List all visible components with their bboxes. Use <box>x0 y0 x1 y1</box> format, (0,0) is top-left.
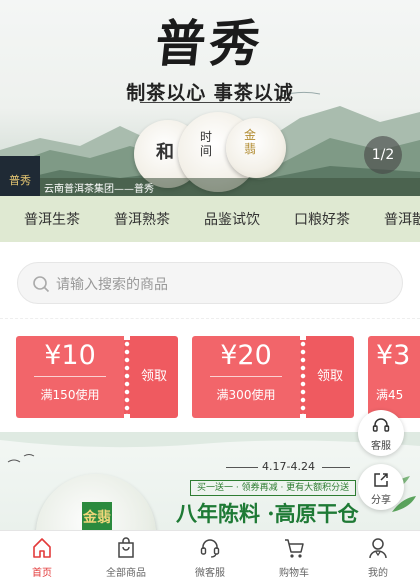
headset-icon <box>200 539 220 558</box>
shopping-bag-icon <box>118 537 134 558</box>
promo-dates: 4.17-4.24 <box>262 460 315 473</box>
search-section: 请输入搜索的商品 <box>0 242 420 318</box>
user-icon <box>369 538 387 559</box>
tab-home[interactable]: 首页 <box>0 531 84 580</box>
divider <box>0 318 420 319</box>
share-label: 分享 <box>371 495 391 506</box>
tab-customer-service[interactable]: 微客服 <box>168 531 252 580</box>
coupon-card[interactable]: ¥3 满45 <box>368 336 420 418</box>
slogan-underline <box>140 102 290 103</box>
group-name: 云南普洱茶集团——普秀 <box>44 184 154 195</box>
tab-label: 我的 <box>368 568 388 579</box>
bottom-tab-bar: 首页 全部商品 微客服 购物车 我的 <box>0 530 420 580</box>
home-icon <box>33 538 51 558</box>
coupon-amount: ¥10 <box>44 340 96 371</box>
tab-label: 首页 <box>32 568 52 579</box>
category-tasting[interactable]: 品鉴试饮 <box>180 209 270 229</box>
cart-icon <box>285 539 304 558</box>
tab-label: 全部商品 <box>106 568 146 579</box>
tea-cake-label-left: 和 <box>156 142 174 163</box>
share-icon <box>374 473 388 487</box>
category-raw-puer[interactable]: 普洱生茶 <box>0 209 90 229</box>
coupon-claim-button[interactable]: 领取 <box>130 336 178 418</box>
banner-pager: 1/2 <box>364 136 402 174</box>
coupon-divider <box>34 376 106 377</box>
brand-logo: 普秀 <box>0 156 40 196</box>
search-icon <box>33 276 50 293</box>
tab-profile[interactable]: 我的 <box>336 531 420 580</box>
share-button[interactable]: 分享 <box>358 464 404 510</box>
promo-subline: 买一送一 · 领券再减 · 更有大额积分送 <box>190 480 357 496</box>
tea-cake-label-center: 时间 <box>200 130 213 158</box>
category-ripe-puer[interactable]: 普洱熟茶 <box>90 209 180 229</box>
customer-service-button[interactable]: 客服 <box>358 410 404 456</box>
promo-headline: 八年陈料 ·高原干仓 <box>176 501 359 526</box>
coupon-list: ¥10 满150使用 领取 ¥20 满300使用 领取 ¥3 满45 <box>0 318 420 432</box>
category-nav: 普洱生茶 普洱熟茶 品鉴试饮 口粮好茶 普洱散茶 <box>0 196 420 242</box>
tea-cake-label-right: 金翡 <box>244 128 257 156</box>
hero-slogan: 制茶以心 事茶以诚 <box>126 82 294 104</box>
headset-icon <box>372 418 390 432</box>
tab-all-products[interactable]: 全部商品 <box>84 531 168 580</box>
brand-calligraphy-title: 普秀 <box>152 14 267 73</box>
coupon-condition: 满150使用 <box>40 388 100 402</box>
search-placeholder: 请输入搜索的商品 <box>56 277 168 293</box>
tab-label: 购物车 <box>279 568 309 579</box>
coupon-amount: ¥3 <box>376 340 411 371</box>
promo-banner[interactable]: 4.17-4.24 金翡 买一送一 · 领券再减 · 更有大额积分送 八年陈料 … <box>0 432 420 530</box>
tab-cart[interactable]: 购物车 <box>252 531 336 580</box>
date-rule-right <box>322 467 350 468</box>
customer-service-label: 客服 <box>371 441 391 452</box>
coupon-condition: 满45 <box>376 388 404 402</box>
coupon-claim-button[interactable]: 领取 <box>306 336 354 418</box>
tab-label: 微客服 <box>195 568 225 579</box>
coupon-divider <box>210 376 282 377</box>
category-daily-tea[interactable]: 口粮好茶 <box>270 209 360 229</box>
promo-cake-label: 金翡 <box>82 502 112 530</box>
date-rule-left <box>226 467 258 468</box>
coupon-amount: ¥20 <box>220 340 272 371</box>
coupon-condition: 满300使用 <box>216 388 276 402</box>
category-loose-puer[interactable]: 普洱散茶 <box>360 209 420 229</box>
search-input[interactable]: 请输入搜索的商品 <box>17 262 403 304</box>
hero-banner[interactable]: 普秀 制茶以心 事茶以诚 和 时间 金翡 普秀 云南普洱茶集团——普秀 1/2 <box>0 0 420 196</box>
